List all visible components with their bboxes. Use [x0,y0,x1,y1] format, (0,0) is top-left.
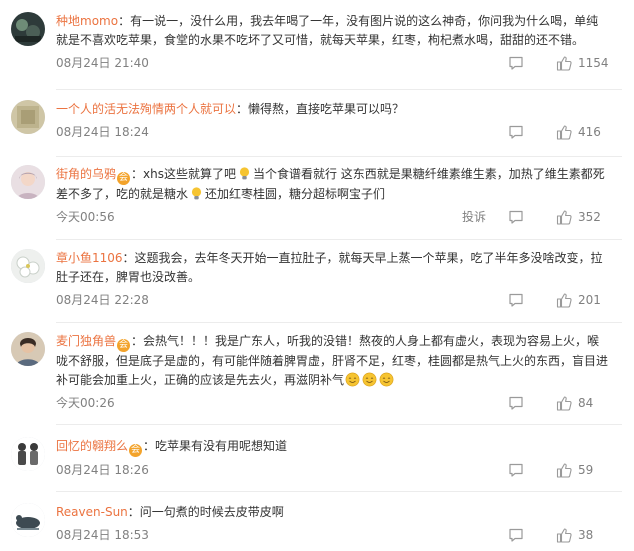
username-link[interactable]: 种地momo [56,14,118,28]
like-icon [556,463,572,478]
comment-list: 种地momo：有一说一，没什么用，我去年喝了一年，没有图片说的这么神奇，你问我为… [0,0,634,551]
comment-content: ：这题我会，去年冬天开始一直拉肚子，就每天早上蒸一个苹果，吃了半年多没啥改变，拉… [56,251,603,284]
separator [56,239,622,240]
username-link[interactable]: 街角的乌鸦 [56,167,116,181]
sweat-smile-emoji [362,372,377,387]
comment-text: 回忆的翱翔么会：吃苹果有没有用呢想知道 [56,437,610,457]
comment-content: ：吃苹果有没有用呢想知道 [143,439,288,453]
user-avatar[interactable] [11,503,45,537]
separator [56,491,622,492]
reply-icon[interactable] [508,124,524,140]
username-link[interactable]: 一个人的活无法殉情两个人就可以 [56,102,236,116]
username-link[interactable]: 麦门独角兽 [56,334,116,348]
comment-time: 08月24日 18:24 [56,125,149,139]
reply-icon[interactable] [508,292,524,308]
lightbulb-emoji [239,167,250,180]
comment-content: ：有一说一，没什么用，我去年喝了一年，没有图片说的这么神奇，你问我为什么喝，单纯… [56,14,599,47]
comment-time: 08月24日 22:28 [56,293,149,307]
reply-icon[interactable] [508,55,524,71]
like-count: 1154 [578,56,609,70]
like-icon [556,293,572,308]
comment-text: Reaven-Sun：问一句煮的时候去皮带皮啊 [56,503,610,522]
like-count: 416 [578,125,601,139]
like-count: 201 [578,293,601,307]
user-avatar[interactable] [11,165,45,199]
separator [56,89,622,90]
user-avatar[interactable] [11,12,45,46]
reply-icon[interactable] [508,209,524,225]
comment-time: 08月24日 18:26 [56,463,149,477]
lightbulb-emoji [191,187,202,200]
member-badge: 会 [117,339,131,352]
username-link[interactable]: 回忆的翱翔么 [56,439,128,453]
user-avatar[interactable] [11,332,45,366]
user-avatar[interactable] [11,249,45,283]
comment-content: ：会热气！！！我是广东人，听我的没错！熬夜的人身上都有虚火，表现为容易上火，喉咙… [56,334,609,387]
comment-text: 种地momo：有一说一，没什么用，我去年喝了一年，没有图片说的这么神奇，你问我为… [56,12,610,50]
comment-time: 08月24日 18:53 [56,528,149,542]
comment-meta: 08月24日 18:26 59 [56,461,610,481]
member-badge: 会 [129,444,143,457]
sweat-smile-emoji [379,372,394,387]
comment-content: ：懒得熬，直接吃苹果可以吗？ [236,102,405,116]
comment-content: ：问一句煮的时候去皮带皮啊 [127,505,284,519]
report-link[interactable]: 投诉 [462,208,486,226]
comment-meta: 08月24日 18:24 416 [56,123,610,143]
comment-content: ：xhs这些就算了吧 [131,167,236,181]
like-count: 352 [578,210,601,224]
like-icon [556,125,572,140]
comment-text: 章小鱼1106：这题我会，去年冬天开始一直拉肚子，就每天早上蒸一个苹果，吃了半年… [56,249,610,287]
comment-meta: 今天00:26 84 [56,394,610,414]
comment-text: 街角的乌鸦会：xhs这些就算了吧 当个食谱看就行 这东西就是果糖纤维素维生素，加热… [56,165,610,204]
like-icon [556,210,572,225]
comment-meta: 08月24日 22:28 201 [56,291,610,311]
like-count: 84 [578,396,594,410]
reply-icon[interactable] [508,462,524,478]
reply-icon[interactable] [508,395,524,411]
comment-time: 今天00:56 [56,210,115,224]
comment-meta: 08月24日 18:53 38 [56,526,610,546]
comment-content: 还加红枣桂圆，糖分超标啊宝子们 [205,187,386,201]
username-link[interactable]: 章小鱼1106 [56,251,123,265]
user-avatar[interactable] [11,100,45,134]
like-icon [556,528,572,543]
like-icon [556,56,572,71]
user-avatar[interactable] [11,437,45,471]
like-count: 38 [578,528,594,542]
comment-meta: 08月24日 21:40 1154 [56,54,610,74]
comment-text: 麦门独角兽会：会热气！！！我是广东人，听我的没错！熬夜的人身上都有虚火，表现为容… [56,332,610,390]
username-link[interactable]: Reaven-Sun [56,505,128,519]
like-icon [556,396,572,411]
comment-text: 一个人的活无法殉情两个人就可以：懒得熬，直接吃苹果可以吗？ [56,100,610,119]
separator [56,322,622,323]
comment-time: 今天00:26 [56,396,115,410]
sweat-smile-emoji [345,372,360,387]
separator [56,424,622,425]
separator [56,156,622,157]
comment-time: 08月24日 21:40 [56,56,149,70]
member-badge: 会 [117,172,131,185]
comment-meta: 今天00:56 投诉 352 [56,208,610,228]
reply-icon[interactable] [508,527,524,543]
like-count: 59 [578,463,594,477]
